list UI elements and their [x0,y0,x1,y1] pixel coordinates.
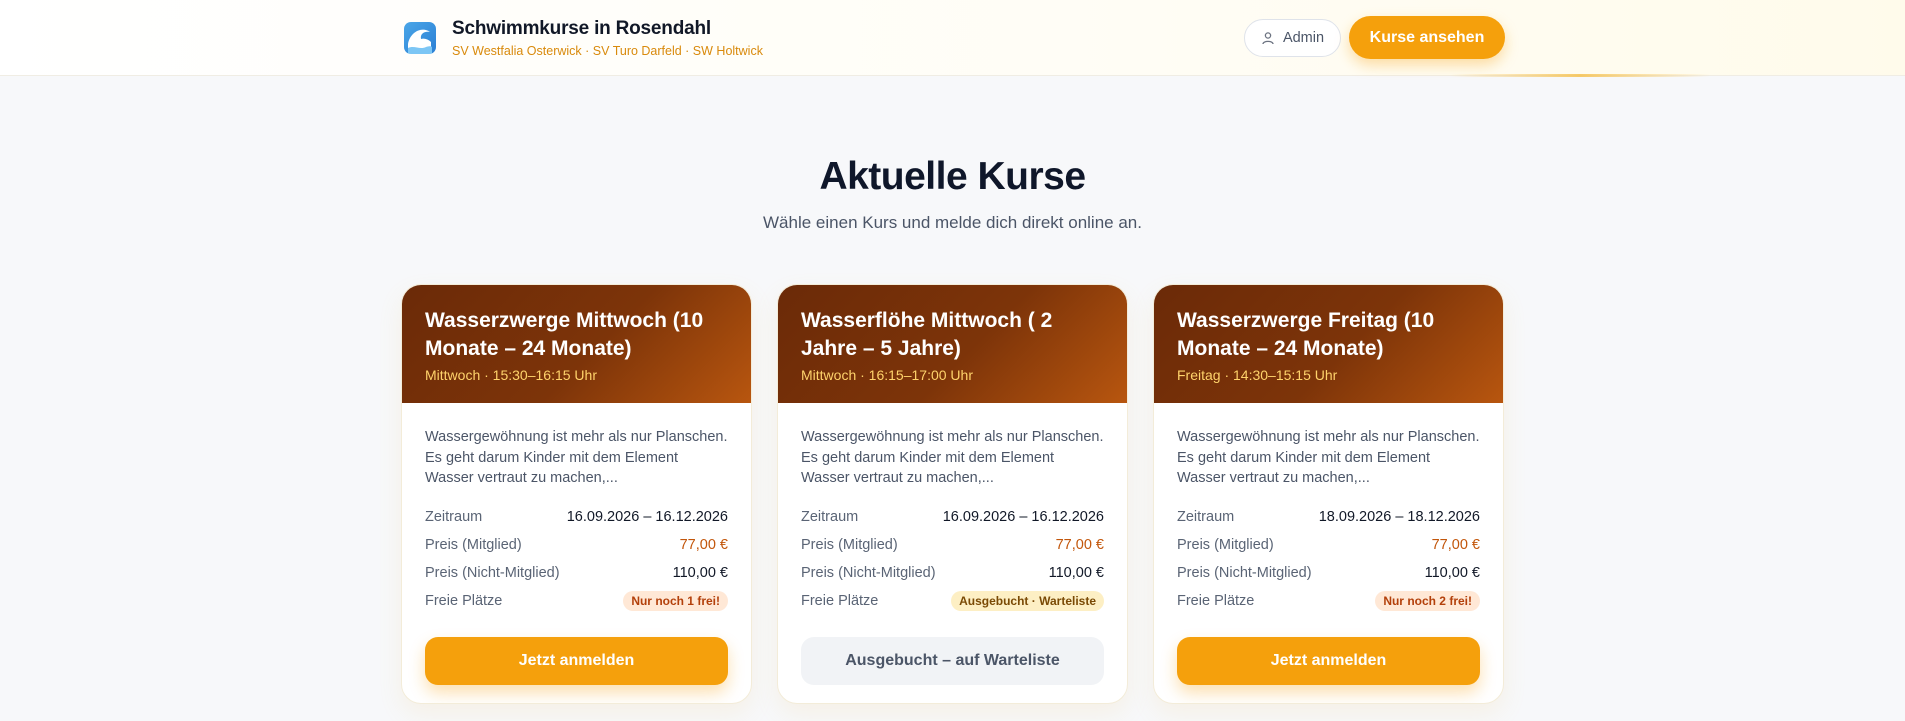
wave-logo-icon [404,22,436,54]
section-title: Aktuelle Kurse [819,155,1086,198]
value-price-member: 77,00 € [1431,537,1480,553]
label-price-member: Preis (Mitglied) [425,537,522,553]
label-price-member: Preis (Mitglied) [801,537,898,553]
course-title: Wasserflöhe Mittwoch ( 2 Jahre – 5 Jahre… [801,309,1053,360]
value-price-nonmember: 110,00 € [1048,565,1104,581]
row-free-spots: Freie Plätze Nur noch 2 frei! [1177,587,1480,615]
label-free-spots: Freie Plätze [1177,593,1255,609]
site-title: Schwimmkurse in Rosendahl [452,18,711,39]
value-period: 16.09.2026 – 16.12.2026 [942,509,1104,525]
row-free-spots: Freie Plätze Ausgebucht · Warteliste [801,587,1104,615]
admin-button[interactable]: Admin [1244,19,1341,57]
course-title: Wasserzwerge Freitag (10 Monate – 24 Mon… [1177,309,1435,360]
course-description: Wassergewöhnung ist mehr als nur Plansch… [425,429,728,486]
row-period: Zeitraum 18.09.2026 – 18.12.2026 [1177,503,1480,531]
course-time: Freitag · 14:30–15:15 Uhr [1177,367,1338,383]
header-glow [1450,74,1710,77]
label-period: Zeitraum [1177,509,1235,525]
row-price-member: Preis (Mitglied) 77,00 € [801,531,1104,559]
course-card-header: Wasserzwerge Freitag (10 Monate – 24 Mon… [1154,285,1503,403]
row-free-spots: Freie Plätze Nur noch 1 frei! [425,587,728,615]
spots-badge: Nur noch 1 frei! [623,591,728,611]
row-period: Zeitraum 16.09.2026 – 16.12.2026 [425,503,728,531]
row-price-nonmember: Preis (Nicht-Mitglied) 110,00 € [425,559,728,587]
view-courses-button[interactable]: Kurse ansehen [1349,16,1505,59]
section-subtitle: Wähle einen Kurs und melde dich direkt o… [763,213,1142,232]
value-price-nonmember: 110,00 € [672,565,728,581]
course-description: Wassergewöhnung ist mehr als nur Plansch… [1177,429,1480,486]
value-period: 18.09.2026 – 18.12.2026 [1318,509,1480,525]
label-price-member: Preis (Mitglied) [1177,537,1274,553]
course-title: Wasserzwerge Mittwoch (10 Monate – 24 Mo… [425,309,704,360]
row-price-member: Preis (Mitglied) 77,00 € [425,531,728,559]
label-price-nonmember: Preis (Nicht-Mitglied) [1177,565,1312,581]
value-price-nonmember: 110,00 € [1424,565,1480,581]
label-price-nonmember: Preis (Nicht-Mitglied) [801,565,936,581]
row-price-nonmember: Preis (Nicht-Mitglied) 110,00 € [801,559,1104,587]
row-price-nonmember: Preis (Nicht-Mitglied) 110,00 € [1177,559,1480,587]
value-price-member: 77,00 € [679,537,728,553]
label-free-spots: Freie Plätze [801,593,879,609]
value-price-member: 77,00 € [1055,537,1104,553]
site-header: Schwimmkurse in Rosendahl SV Westfalia O… [0,0,1905,77]
course-card-header: Wasserzwerge Mittwoch (10 Monate – 24 Mo… [402,285,751,403]
value-period: 16.09.2026 – 16.12.2026 [566,509,728,525]
course-time: Mittwoch · 15:30–16:15 Uhr [425,367,597,383]
register-button[interactable]: Jetzt anmelden [1177,637,1480,685]
course-description: Wassergewöhnung ist mehr als nur Plansch… [801,429,1104,486]
course-card-header: Wasserflöhe Mittwoch ( 2 Jahre – 5 Jahre… [778,285,1127,403]
register-button[interactable]: Jetzt anmelden [425,637,728,685]
user-icon [1261,31,1275,45]
label-free-spots: Freie Plätze [425,593,503,609]
label-price-nonmember: Preis (Nicht-Mitglied) [425,565,560,581]
label-period: Zeitraum [425,509,483,525]
admin-label: Admin [1282,30,1325,46]
row-price-member: Preis (Mitglied) 77,00 € [1177,531,1480,559]
spots-badge: Nur noch 2 frei! [1375,591,1480,611]
spots-badge: Ausgebucht · Warteliste [951,591,1104,611]
site-subtitle: SV Westfalia Osterwick · SV Turo Darfeld… [452,44,763,58]
course-card: Wasserzwerge Freitag (10 Monate – 24 Mon… [1153,284,1504,704]
waitlist-button[interactable]: Ausgebucht – auf Warteliste [801,637,1104,685]
course-card: Wasserzwerge Mittwoch (10 Monate – 24 Mo… [401,284,752,704]
row-period: Zeitraum 16.09.2026 – 16.12.2026 [801,503,1104,531]
brand[interactable]: Schwimmkurse in Rosendahl SV Westfalia O… [404,18,763,58]
label-period: Zeitraum [801,509,859,525]
course-card: Wasserflöhe Mittwoch ( 2 Jahre – 5 Jahre… [777,284,1128,704]
course-time: Mittwoch · 16:15–17:00 Uhr [801,367,973,383]
